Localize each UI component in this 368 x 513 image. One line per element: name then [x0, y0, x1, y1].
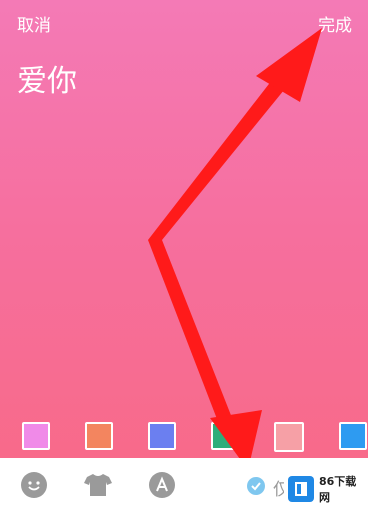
tshirt-icon	[84, 474, 112, 496]
annotation-arrows	[148, 28, 322, 470]
font-tool[interactable]	[147, 470, 177, 500]
watermark-logo-icon	[288, 476, 314, 502]
sticker-tool[interactable]	[19, 470, 49, 500]
arrow-down-shaft	[148, 240, 236, 432]
checkbox[interactable]	[247, 477, 265, 495]
sticker-icon	[21, 472, 47, 498]
arrow-up-right-shaft	[148, 80, 284, 240]
font-icon	[149, 472, 175, 498]
watermark: 86下载网	[284, 469, 362, 509]
tshirt-tool[interactable]	[83, 470, 113, 500]
check-icon	[251, 482, 261, 491]
screen: 取消 完成 爱你 仅 86下载网	[0, 0, 368, 513]
watermark-text: 86下载网	[319, 475, 357, 504]
